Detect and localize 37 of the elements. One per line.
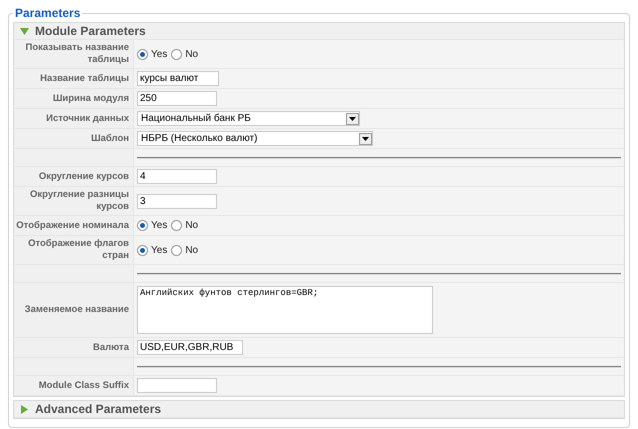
radio-button[interactable] <box>137 244 148 256</box>
text-field[interactable]: курсы валют <box>137 71 219 86</box>
radio-label: Yes <box>151 244 168 258</box>
text-field[interactable]: 3 <box>137 194 217 208</box>
radio-button[interactable] <box>137 220 148 231</box>
text-area[interactable]: Английских фунтов стерлингов=GBR; <box>137 286 433 334</box>
field-label: Показывать название таблицы <box>24 42 129 66</box>
radio-label: No <box>185 48 198 62</box>
field-label: Валюта <box>93 342 129 354</box>
field-label: Отображение флагов стран <box>27 238 129 262</box>
field-label: Округление курсов <box>38 170 129 182</box>
panel-title[interactable]: Module Parameters <box>35 22 146 40</box>
field-label: Шаблон <box>91 132 129 144</box>
field-label: Отображение номинала <box>16 220 129 232</box>
field-label: Заменяемое название <box>24 304 129 316</box>
radio-button[interactable] <box>137 48 148 60</box>
radio-label: No <box>185 244 198 258</box>
fieldset-legend: Parameters <box>13 4 82 22</box>
field-label: Название таблицы <box>40 72 129 84</box>
field-label: Источник данных <box>46 112 129 124</box>
field-label: Module Class Suffix <box>38 380 129 392</box>
radio-label: Yes <box>151 219 168 233</box>
field-label: Округление разницы курсов <box>29 189 129 213</box>
dropdown[interactable]: НБРБ (Несколько валют) <box>137 131 373 146</box>
dropdown[interactable]: Национальный банк РБ <box>137 111 360 126</box>
text-field[interactable] <box>137 378 217 393</box>
radio-button[interactable] <box>171 244 182 256</box>
text-field[interactable]: 250 <box>137 91 217 106</box>
radio-button[interactable] <box>171 220 182 231</box>
text-field[interactable]: USD,EUR,GBR,RUB <box>137 340 243 355</box>
text-field[interactable]: 4 <box>137 169 217 184</box>
field-label: Ширина модуля <box>52 92 129 104</box>
radio-label: Yes <box>151 48 168 62</box>
radio-label: No <box>185 219 198 233</box>
expand-arrow-icon[interactable] <box>20 404 29 414</box>
collapse-arrow-icon[interactable] <box>20 26 29 36</box>
radio-button[interactable] <box>171 48 182 60</box>
